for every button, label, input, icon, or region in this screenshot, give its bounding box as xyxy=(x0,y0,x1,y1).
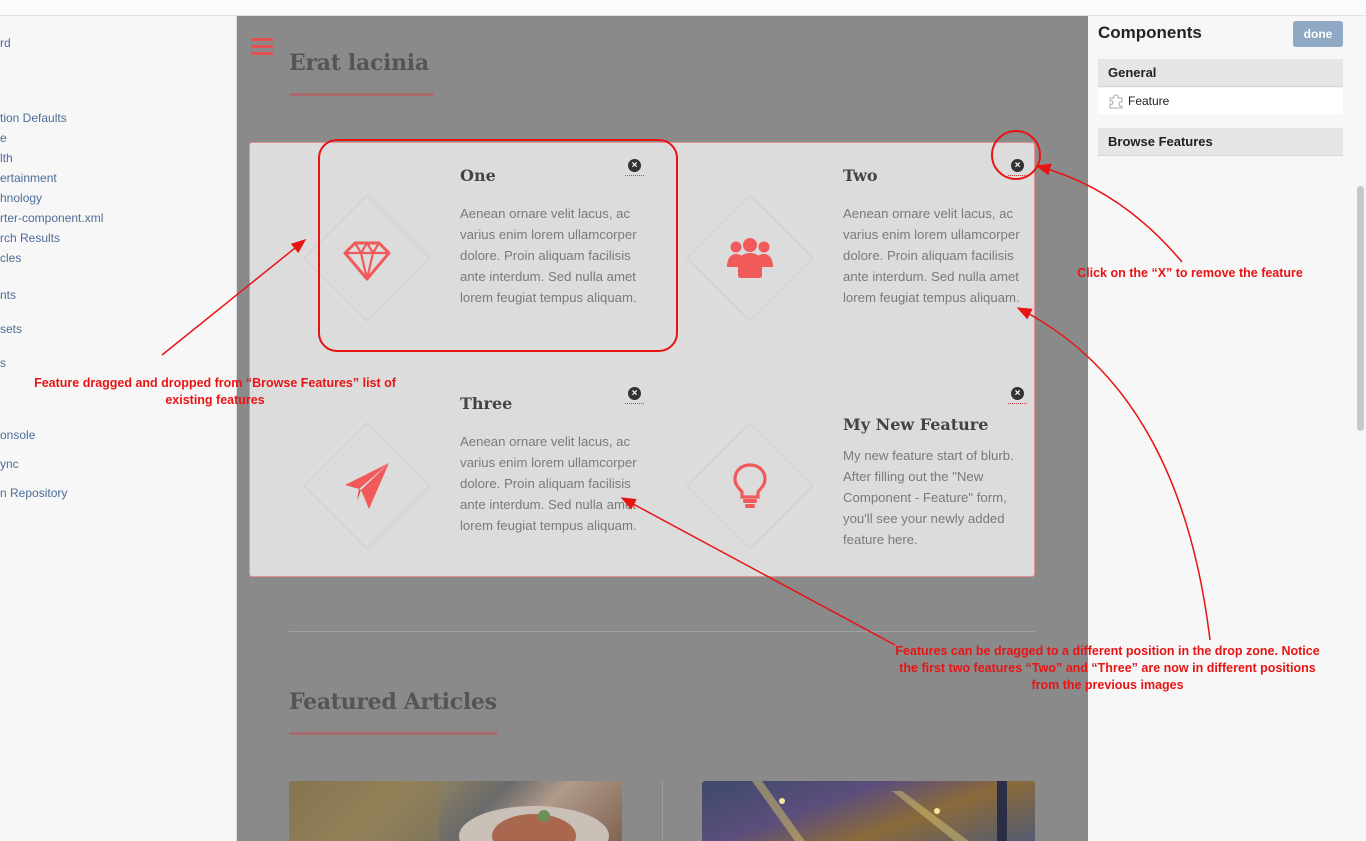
feature-title: Three xyxy=(460,394,513,413)
feature-drop-zone[interactable]: One Aenean ornare velit lacus, ac varius… xyxy=(249,142,1035,577)
article-divider xyxy=(662,781,663,841)
group-header-general[interactable]: General xyxy=(1098,59,1343,87)
panel-scrollbar[interactable] xyxy=(1357,186,1364,431)
nav-item[interactable]: ync xyxy=(0,457,19,471)
components-panel: Components done General Feature Browse F… xyxy=(1088,16,1366,841)
nav-item[interactable]: sets xyxy=(0,322,22,336)
diamond-gem-icon xyxy=(343,241,391,281)
group-header-browse-features[interactable]: Browse Features xyxy=(1098,128,1343,156)
feature-title: My New Feature xyxy=(843,415,989,434)
nav-item[interactable]: ertainment xyxy=(0,171,57,185)
paper-plane-icon xyxy=(345,463,389,509)
feature-description: My new feature start of blurb. After fil… xyxy=(843,448,1014,547)
top-bar xyxy=(0,0,1366,16)
annotation-drag-drop: Feature dragged and dropped from “Browse… xyxy=(34,376,396,407)
article-thumbnail[interactable] xyxy=(289,781,622,841)
remove-feature-button[interactable]: × xyxy=(625,159,644,176)
feature-card[interactable]: One Aenean ornare velit lacus, ac varius… xyxy=(300,153,660,363)
food-image xyxy=(289,781,609,841)
section-title: Erat lacinia xyxy=(289,50,429,76)
remove-feature-button[interactable]: × xyxy=(625,387,644,404)
feature-description: Aenean ornare velit lacus, ac varius eni… xyxy=(460,206,637,305)
remove-feature-button[interactable]: × xyxy=(1008,159,1027,176)
nav-item[interactable]: nts xyxy=(0,288,16,302)
feature-description: Aenean ornare velit lacus, ac varius eni… xyxy=(843,206,1020,305)
hamburger-menu-icon[interactable] xyxy=(251,38,273,56)
annotation-reorder: Features can be dragged to a different p… xyxy=(895,644,1320,692)
nav-item[interactable]: lth xyxy=(0,151,13,165)
annotation-remove: Click on the “X” to remove the feature xyxy=(1077,266,1303,280)
concert-image xyxy=(752,781,1007,841)
section-title: Featured Articles xyxy=(289,689,497,715)
feature-card[interactable]: My New Feature My new feature start of b… xyxy=(683,381,1043,591)
feature-card[interactable]: Three Aenean ornare velit lacus, ac vari… xyxy=(300,381,660,591)
lightbulb-icon xyxy=(733,463,767,508)
nav-item[interactable]: rch Results xyxy=(0,231,60,245)
nav-item[interactable]: n Repository xyxy=(0,486,67,500)
panel-title: Components xyxy=(1098,23,1202,42)
feature-title: One xyxy=(460,166,496,185)
users-group-icon xyxy=(727,238,773,278)
nav-item[interactable]: hnology xyxy=(0,191,42,205)
feature-title: Two xyxy=(843,166,878,185)
section-title-underline xyxy=(289,93,433,96)
section-divider xyxy=(289,631,1035,632)
component-item-label: Feature xyxy=(1128,94,1170,108)
feature-description: Aenean ornare velit lacus, ac varius eni… xyxy=(460,434,637,533)
nav-item[interactable]: tion Defaults xyxy=(0,111,67,125)
nav-item[interactable]: rter-component.xml xyxy=(0,211,103,225)
component-item-feature[interactable]: Feature xyxy=(1098,88,1343,114)
nav-item[interactable]: cles xyxy=(0,251,21,265)
nav-item[interactable]: onsole xyxy=(0,428,35,442)
left-navigation: rd tion Defaults e lth ertainment hnolog… xyxy=(0,16,237,841)
nav-item[interactable]: rd xyxy=(0,36,11,50)
section-title-underline xyxy=(289,732,497,735)
puzzle-piece-icon xyxy=(1109,94,1123,109)
nav-item[interactable]: e xyxy=(0,131,7,145)
article-thumbnail[interactable] xyxy=(702,781,1035,841)
done-button[interactable]: done xyxy=(1293,21,1343,47)
remove-feature-button[interactable]: × xyxy=(1008,387,1027,404)
page-preview-canvas: Erat lacinia One Aenean ornare velit lac… xyxy=(237,16,1088,841)
feature-card[interactable]: Two Aenean ornare velit lacus, ac varius… xyxy=(683,153,1043,363)
nav-item[interactable]: s xyxy=(0,356,6,370)
